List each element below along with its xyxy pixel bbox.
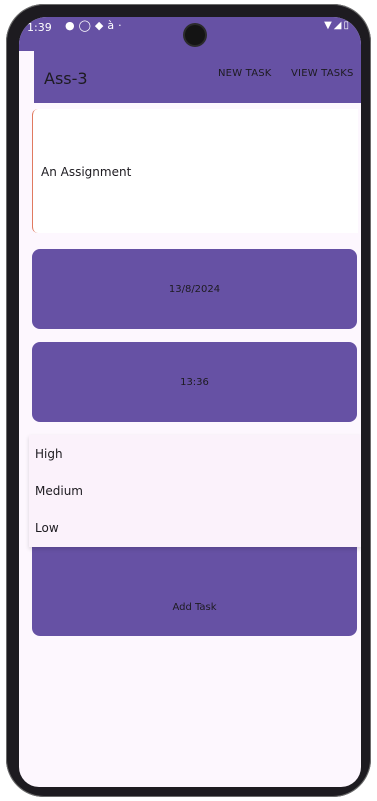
signal-icon: ◢ <box>333 20 342 31</box>
priority-dropdown-menu: High Medium Low <box>29 435 361 547</box>
task-name-value: An Assignment <box>41 165 132 179</box>
new-task-button[interactable]: NEW TASK <box>218 68 272 79</box>
status-notification-icons: ● ◯ ◆ à · <box>65 19 122 32</box>
phone-screen: 1:39 ● ◯ ◆ à · ▼ ◢ ▯ Ass-3 NEW TASK VIEW… <box>0 0 377 801</box>
wifi-icon: ▼ <box>324 20 332 31</box>
task-name-field[interactable]: An Assignment <box>32 109 358 233</box>
status-system-icons: ▼ ◢ ▯ <box>324 20 349 31</box>
app-bar: Ass-3 NEW TASK VIEW TASKS <box>34 51 361 103</box>
priority-option-high[interactable]: High <box>35 447 63 461</box>
view-tasks-button[interactable]: VIEW TASKS <box>291 68 354 79</box>
app-screen: 1:39 ● ◯ ◆ à · ▼ ◢ ▯ Ass-3 NEW TASK VIEW… <box>19 17 361 787</box>
shield-icon: ◆ <box>94 19 104 32</box>
shield-icon: ◯ <box>78 19 91 32</box>
dot-icon: · <box>118 19 122 32</box>
priority-option-medium[interactable]: Medium <box>35 484 83 498</box>
date-picker-button[interactable]: 13/8/2024 <box>32 249 357 329</box>
add-task-label: Add Task <box>172 602 217 613</box>
add-task-button[interactable]: Add Task <box>32 537 357 636</box>
info-icon: ● <box>65 19 75 32</box>
accessibility-icon: à <box>107 19 115 32</box>
date-label: 13/8/2024 <box>168 283 221 295</box>
status-time: 1:39 <box>27 21 52 34</box>
time-label: 13:36 <box>180 376 209 388</box>
camera-cutout <box>185 25 205 45</box>
priority-option-low[interactable]: Low <box>35 521 59 535</box>
time-picker-button[interactable]: 13:36 <box>32 342 357 422</box>
battery-icon: ▯ <box>343 20 349 31</box>
app-title: Ass-3 <box>44 69 88 88</box>
